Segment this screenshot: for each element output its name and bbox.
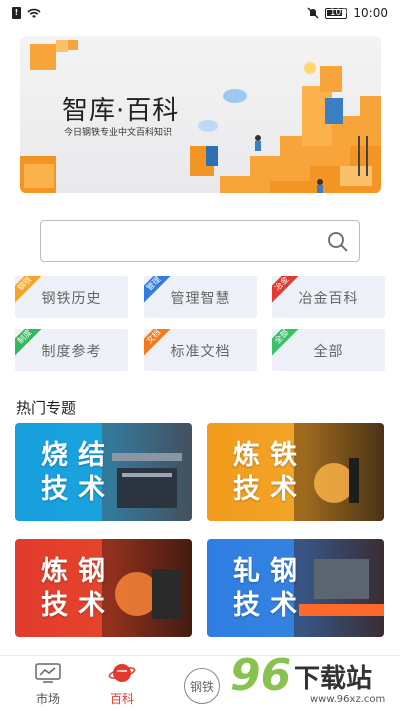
category-metallurgy[interactable]: 冶金 冶金百科 bbox=[272, 276, 385, 318]
nav-market[interactable]: 市场 bbox=[18, 662, 78, 707]
clock: 10:00 bbox=[353, 6, 388, 20]
status-bar: ! 100 10:00 bbox=[0, 0, 400, 26]
topic-title-line1: 轧钢 bbox=[233, 556, 307, 587]
nav-encyclopedia[interactable]: 百科 bbox=[92, 662, 152, 707]
topic-title-line2: 技术 bbox=[233, 590, 307, 621]
battery-level: 100 bbox=[329, 8, 347, 18]
watermark: 96 下载站 www.96xz.com bbox=[224, 650, 400, 711]
monitor-chart-icon bbox=[35, 663, 61, 683]
watermark-brand: 96 bbox=[230, 650, 292, 701]
topic-title-line2: 技术 bbox=[41, 474, 115, 505]
nav-steel[interactable]: 钢铁 bbox=[172, 668, 232, 704]
category-label: 标准文档 bbox=[170, 344, 231, 360]
nav-label: 钢铁 bbox=[189, 679, 214, 694]
search-input[interactable] bbox=[40, 220, 360, 262]
banner[interactable]: 智库·百科 今日钢铁专业中文百科知识 bbox=[20, 36, 381, 193]
topic-title-line2: 技术 bbox=[41, 590, 115, 621]
watermark-text: 下载站 bbox=[294, 664, 373, 694]
category-label: 管理智慧 bbox=[170, 291, 231, 307]
category-label: 钢铁历史 bbox=[41, 291, 102, 307]
banner-title: 智库·百科 bbox=[62, 96, 180, 126]
category-all[interactable]: 全部 全部 bbox=[272, 329, 385, 371]
category-history[interactable]: 钢铁 钢铁历史 bbox=[15, 276, 128, 318]
category-label: 制度参考 bbox=[41, 344, 102, 360]
watermark-url: www.96xz.com bbox=[310, 694, 386, 705]
topic-title-line1: 炼钢 bbox=[41, 556, 115, 587]
topic-title-line1: 炼铁 bbox=[233, 440, 307, 471]
topic-title-line2: 技术 bbox=[233, 474, 307, 505]
nav-label: 百科 bbox=[109, 692, 134, 706]
topic-sintering[interactable]: 烧结 技术 bbox=[15, 423, 192, 521]
category-regulations[interactable]: 制度 制度参考 bbox=[15, 329, 128, 371]
mute-icon bbox=[307, 7, 319, 19]
category-standards[interactable]: 文档 标准文档 bbox=[144, 329, 257, 371]
wifi-icon bbox=[27, 8, 41, 18]
nav-label: 市场 bbox=[35, 692, 60, 706]
category-label: 冶金百科 bbox=[298, 291, 359, 307]
category-management[interactable]: 管理 管理智慧 bbox=[144, 276, 257, 318]
steel-circle-icon: 钢铁 bbox=[184, 668, 220, 704]
topic-steelmaking[interactable]: 炼钢 技术 bbox=[15, 539, 192, 637]
search-icon[interactable] bbox=[327, 231, 349, 253]
warning-icon: ! bbox=[12, 7, 21, 19]
planet-icon bbox=[108, 664, 136, 682]
topic-title-line1: 烧结 bbox=[41, 440, 115, 471]
topic-rolling[interactable]: 轧钢 技术 bbox=[207, 539, 384, 637]
topic-ironmaking[interactable]: 炼铁 技术 bbox=[207, 423, 384, 521]
section-title: 热门专题 bbox=[16, 399, 77, 417]
category-label: 全部 bbox=[313, 344, 344, 360]
banner-subtitle: 今日钢铁专业中文百科知识 bbox=[64, 128, 173, 138]
